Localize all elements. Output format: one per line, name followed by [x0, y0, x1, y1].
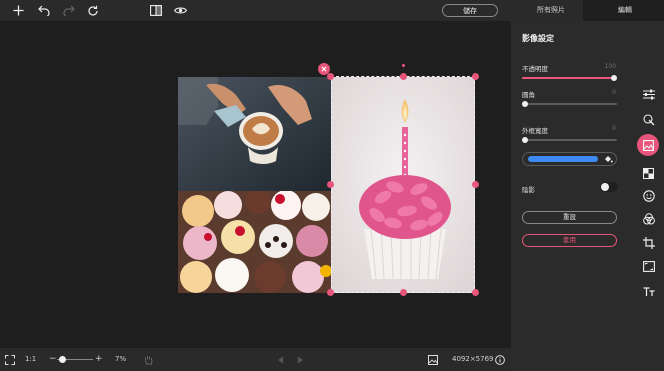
- adjust-sliders-icon[interactable]: [640, 86, 657, 103]
- zoom-out-button[interactable]: −: [49, 348, 57, 371]
- tab-edit-label: 編輯: [618, 6, 632, 14]
- crop-icon[interactable]: [640, 234, 657, 251]
- resize-handle-right[interactable]: [472, 181, 479, 188]
- refresh-icon[interactable]: [84, 2, 101, 19]
- preview-eye-icon[interactable]: [172, 2, 189, 19]
- corner-radius-slider[interactable]: [522, 101, 617, 107]
- hand-pan-icon[interactable]: [142, 348, 154, 371]
- corner-radius-label: 圓角: [522, 91, 535, 99]
- editor-canvas[interactable]: [0, 21, 511, 348]
- magic-touch-icon[interactable]: [640, 111, 657, 128]
- rotate-handle[interactable]: [402, 64, 405, 67]
- resize-handle-bottom[interactable]: [400, 289, 407, 296]
- border-width-value: 0: [612, 125, 616, 132]
- zoom-in-button[interactable]: +: [95, 348, 103, 371]
- opacity-label: 不透明度: [522, 65, 548, 73]
- opacity-slider-thumb[interactable]: [611, 75, 617, 81]
- zoom-slider[interactable]: [57, 356, 93, 363]
- aspect-ratio-icon[interactable]: [640, 258, 657, 275]
- sticker-smile-icon[interactable]: [640, 187, 657, 204]
- border-color-swatch[interactable]: [528, 156, 598, 162]
- shadow-label: 陰影: [522, 186, 535, 194]
- opacity-slider-fill: [522, 77, 614, 79]
- prev-arrow-icon[interactable]: [275, 348, 285, 371]
- redo-icon[interactable]: [60, 2, 77, 19]
- border-width-slider[interactable]: [522, 137, 617, 143]
- color-circles-icon[interactable]: [640, 210, 657, 227]
- image-settings-icon[interactable]: [637, 134, 659, 156]
- next-arrow-icon[interactable]: [295, 348, 305, 371]
- resize-handle-top-left[interactable]: [327, 73, 334, 80]
- border-width-label: 外框寬度: [522, 127, 548, 135]
- image-icon[interactable]: [427, 348, 439, 371]
- zoom-slider-thumb[interactable]: [59, 356, 66, 363]
- undo-icon[interactable]: [35, 2, 52, 19]
- image-settings-panel: 影像設定 不透明度 100 圓角 0 外框寬度 0 陰影 重設 套用: [511, 21, 631, 371]
- photo-cupcakes[interactable]: [178, 191, 331, 293]
- save-button[interactable]: 儲存: [442, 4, 498, 17]
- resize-handle-bottom-left[interactable]: [327, 289, 334, 296]
- panel-title: 影像設定: [522, 34, 554, 43]
- apply-button[interactable]: 套用: [522, 234, 617, 247]
- border-color-picker[interactable]: [522, 152, 617, 166]
- shadow-toggle[interactable]: [600, 182, 618, 192]
- close-icon[interactable]: [318, 63, 330, 75]
- image-dimensions: 4092×5769: [452, 355, 494, 363]
- photo-latte-art[interactable]: [178, 77, 331, 191]
- top-toolbar: 儲存 所有照片 編輯: [0, 0, 664, 21]
- reset-button[interactable]: 重設: [522, 211, 617, 224]
- zoom-level: 7%: [115, 355, 127, 363]
- add-icon[interactable]: [10, 2, 27, 19]
- info-icon[interactable]: [494, 348, 505, 371]
- tab-edit[interactable]: 編輯: [583, 0, 664, 21]
- paint-bucket-icon[interactable]: [603, 154, 613, 164]
- actual-size-button[interactable]: 1:1: [25, 348, 36, 371]
- opacity-value: 100: [604, 63, 616, 70]
- tab-all-photos[interactable]: 所有照片: [537, 4, 565, 17]
- resize-handle-bottom-right[interactable]: [472, 289, 479, 296]
- text-icon[interactable]: [640, 283, 657, 300]
- bottom-toolbar: 1:1 − + 7% 4092×5769: [0, 348, 511, 371]
- resize-handle-top-right[interactable]: [472, 73, 479, 80]
- side-toolbar: [631, 21, 664, 371]
- compare-icon[interactable]: [147, 2, 164, 19]
- opacity-slider[interactable]: [522, 75, 617, 81]
- corner-radius-slider-thumb[interactable]: [522, 101, 528, 107]
- border-width-slider-thumb[interactable]: [522, 137, 528, 143]
- corner-radius-value: 0: [612, 89, 616, 96]
- resize-handle-left[interactable]: [327, 181, 334, 188]
- shadow-toggle-knob: [601, 183, 609, 191]
- checker-icon[interactable]: [640, 165, 657, 182]
- fit-screen-icon[interactable]: [4, 348, 16, 371]
- resize-handle-top[interactable]: [400, 73, 407, 80]
- selection-frame[interactable]: [331, 76, 475, 293]
